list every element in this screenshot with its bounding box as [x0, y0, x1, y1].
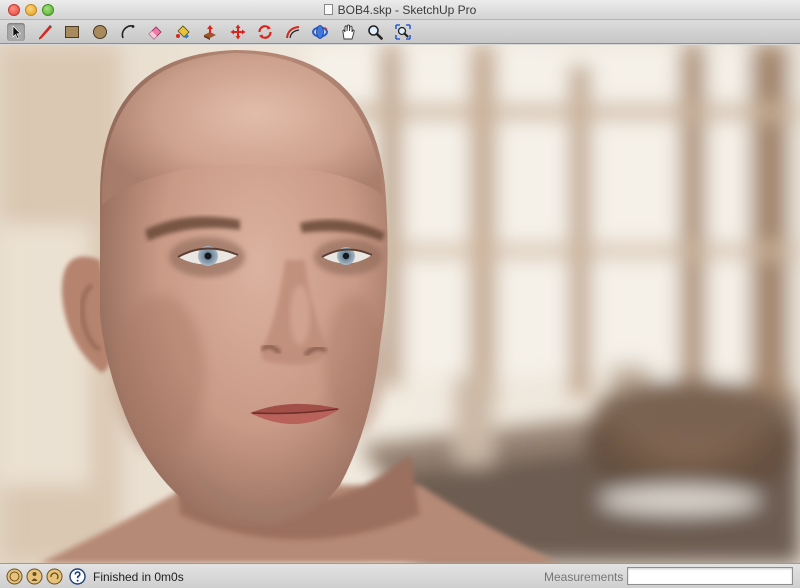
document-icon [323, 4, 333, 15]
credits-icon [26, 568, 43, 585]
select-tool-button[interactable] [7, 23, 25, 41]
status-bar: Finished in 0m0s Measurements [0, 563, 800, 588]
user-button[interactable] [46, 568, 63, 585]
measurements-input[interactable] [627, 567, 793, 585]
zoom-extents-tool-button[interactable] [394, 23, 412, 41]
rotate-tool-button[interactable] [256, 23, 274, 41]
status-message: Finished in 0m0s [93, 570, 184, 584]
sketchup-window: BOB4.skp - SketchUp Pro Finished in 0m0s… [0, 0, 800, 588]
rectangle-tool-button[interactable] [63, 23, 81, 41]
rectangle-icon [65, 26, 79, 38]
push-pull-tool-button[interactable] [201, 23, 219, 41]
hand-icon [342, 24, 355, 40]
eraser-icon [148, 26, 162, 40]
main-toolbar [0, 20, 800, 44]
credits-button[interactable] [26, 568, 43, 585]
user-icon [46, 568, 63, 585]
model-viewport[interactable] [0, 45, 800, 563]
arrow-cursor-icon [12, 25, 22, 39]
paint-bucket-icon [176, 25, 190, 39]
move-arrows-icon [230, 24, 246, 40]
offset-tool-button[interactable] [284, 23, 302, 41]
orbit-icon [312, 25, 328, 39]
move-tool-button[interactable] [229, 23, 247, 41]
zoom-extents-icon [395, 24, 411, 40]
pencil-icon [39, 25, 52, 40]
orbit-tool-button[interactable] [311, 23, 329, 41]
offset-icon [286, 26, 300, 39]
window-title: BOB4.skp - SketchUp Pro [337, 3, 477, 17]
help-button[interactable] [69, 568, 86, 585]
geo-location-icon [6, 568, 23, 585]
paint-bucket-tool-button[interactable] [174, 23, 192, 41]
arc-tool-button[interactable] [119, 23, 137, 41]
line-tool-button[interactable] [36, 23, 54, 41]
magnifier-icon [368, 25, 383, 40]
push-pull-icon [204, 25, 216, 40]
rendered-face-icon [0, 45, 800, 563]
eraser-tool-button[interactable] [146, 23, 164, 41]
measurements-label: Measurements [544, 570, 624, 584]
arc-icon [121, 25, 135, 39]
window-title-wrap: BOB4.skp - SketchUp Pro [0, 0, 800, 20]
pan-tool-button[interactable] [339, 23, 357, 41]
circle-tool-button[interactable] [91, 23, 109, 41]
help-icon [69, 568, 86, 585]
zoom-tool-button[interactable] [366, 23, 384, 41]
title-bar: BOB4.skp - SketchUp Pro [0, 0, 800, 20]
geo-location-button[interactable] [6, 568, 23, 585]
rotate-icon [258, 25, 272, 39]
circle-icon [93, 25, 107, 39]
